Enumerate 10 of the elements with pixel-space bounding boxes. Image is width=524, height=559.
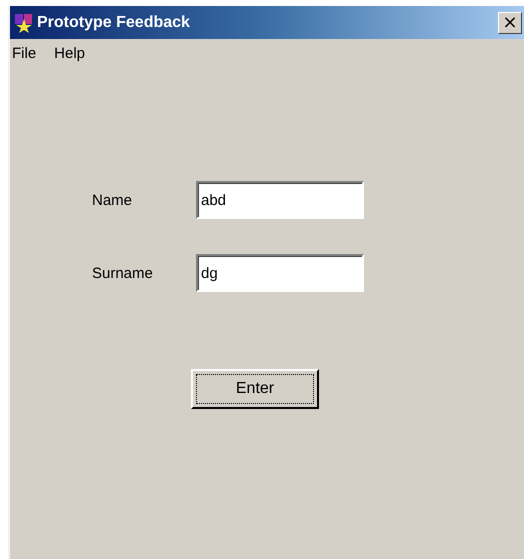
input-field[interactable]: dg [196, 254, 364, 292]
field-label: Surname [92, 264, 154, 282]
menu-item[interactable]: Help [54, 45, 86, 62]
star-icon [14, 12, 34, 32]
field-label: Name [92, 192, 134, 208]
window-title: Prototype Feedback [37, 14, 191, 32]
close-button[interactable]: × [498, 12, 522, 34]
enter-button[interactable]: Enter [191, 369, 319, 409]
menu-item[interactable]: File [12, 45, 36, 62]
input-field[interactable]: abd [196, 181, 364, 219]
